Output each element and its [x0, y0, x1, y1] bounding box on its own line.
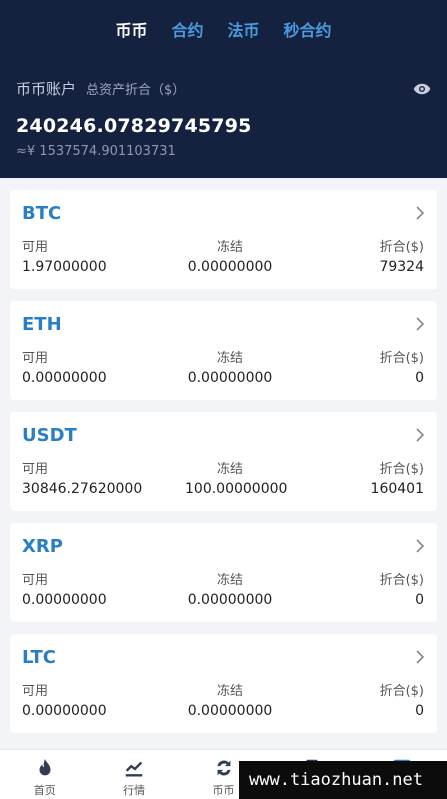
total-assets-label: 总资产折合（$） [86, 83, 186, 98]
asset-card-usdt[interactable]: USDT 可用 冻结 折合($) 30846.27620000 100.0000… [10, 412, 437, 511]
account-header: 币币 合约 法币 秒合约 币币账户 总资产折合（$） 240246.078297… [0, 0, 447, 178]
asset-card-eth[interactable]: ETH 可用 冻结 折合($) 0.00000000 0.00000000 0 [10, 301, 437, 400]
flame-icon [39, 758, 51, 776]
total-assets-cny: ≈¥ 1537574.901103731 [16, 144, 176, 159]
frozen-value: 0.00000000 [187, 259, 273, 275]
account-label: 币币账户 [16, 80, 77, 98]
available-value: 1.97000000 [22, 259, 107, 275]
tab-second-contract[interactable]: 秒合约 [284, 17, 332, 41]
available-label: 可用 [22, 240, 49, 255]
equivalent-value: 0 [415, 592, 424, 608]
equivalent-label: 折合($) [379, 684, 424, 699]
nav-home[interactable]: 首页 [0, 750, 89, 799]
coin-name: ETH [22, 314, 62, 335]
nav-spot-label: 币币 [212, 784, 235, 797]
nav-home-label: 首页 [33, 784, 56, 797]
asset-card-xrp[interactable]: XRP 可用 冻结 折合($) 0.00000000 0.00000000 0 [10, 523, 437, 622]
equivalent-value: 79324 [379, 259, 424, 275]
coin-name: USDT [22, 425, 77, 446]
available-value: 0.00000000 [22, 703, 107, 719]
equivalent-value: 0 [415, 370, 424, 386]
frozen-label: 冻结 [216, 240, 243, 255]
frozen-value: 0.00000000 [187, 370, 273, 386]
coin-name: BTC [22, 203, 62, 224]
frozen-value: 0.00000000 [187, 703, 273, 719]
asset-card-btc[interactable]: BTC 可用 冻结 折合($) 1.97000000 0.00000000 79… [10, 190, 437, 289]
coin-name: XRP [22, 536, 63, 557]
available-value: 30846.27620000 [22, 481, 143, 497]
available-label: 可用 [22, 573, 49, 588]
frozen-label: 冻结 [216, 462, 243, 477]
frozen-value: 0.00000000 [187, 592, 273, 608]
frozen-label: 冻结 [216, 351, 243, 366]
chevron-right-icon [416, 428, 425, 442]
nav-market[interactable]: 行情 [89, 750, 178, 799]
equivalent-label: 折合($) [379, 240, 424, 255]
available-value: 0.00000000 [22, 370, 107, 386]
coin-name: LTC [22, 647, 56, 668]
frozen-label: 冻结 [216, 573, 243, 588]
available-label: 可用 [22, 684, 49, 699]
account-tabs: 币币 合约 法币 秒合约 [0, 17, 447, 41]
equivalent-label: 折合($) [379, 573, 424, 588]
equivalent-label: 折合($) [379, 351, 424, 366]
asset-list: BTC 可用 冻结 折合($) 1.97000000 0.00000000 79… [10, 190, 437, 745]
frozen-value: 100.00000000 [185, 481, 288, 497]
chevron-right-icon [416, 650, 425, 664]
equivalent-value: 0 [415, 703, 424, 719]
equivalent-value: 160401 [370, 481, 424, 497]
exchange-icon [217, 760, 230, 776]
watermark: www.tiaozhuan.net [239, 761, 447, 799]
tab-fiat[interactable]: 法币 [228, 17, 260, 41]
frozen-label: 冻结 [216, 684, 243, 699]
eye-icon[interactable] [413, 83, 431, 95]
available-value: 0.00000000 [22, 592, 107, 608]
chart-icon [125, 761, 143, 777]
asset-card-ltc[interactable]: LTC 可用 冻结 折合($) 0.00000000 0.00000000 0 [10, 634, 437, 733]
available-label: 可用 [22, 351, 49, 366]
chevron-right-icon [416, 317, 425, 331]
available-label: 可用 [22, 462, 49, 477]
chevron-right-icon [416, 539, 425, 553]
tab-contract[interactable]: 合约 [171, 17, 203, 41]
account-title-row: 币币账户 总资产折合（$） [16, 78, 431, 99]
total-assets-value: 240246.07829745795 [16, 115, 252, 137]
tab-spot[interactable]: 币币 [115, 17, 147, 41]
chevron-right-icon [416, 206, 425, 220]
nav-market-label: 行情 [123, 784, 146, 797]
equivalent-label: 折合($) [379, 462, 424, 477]
